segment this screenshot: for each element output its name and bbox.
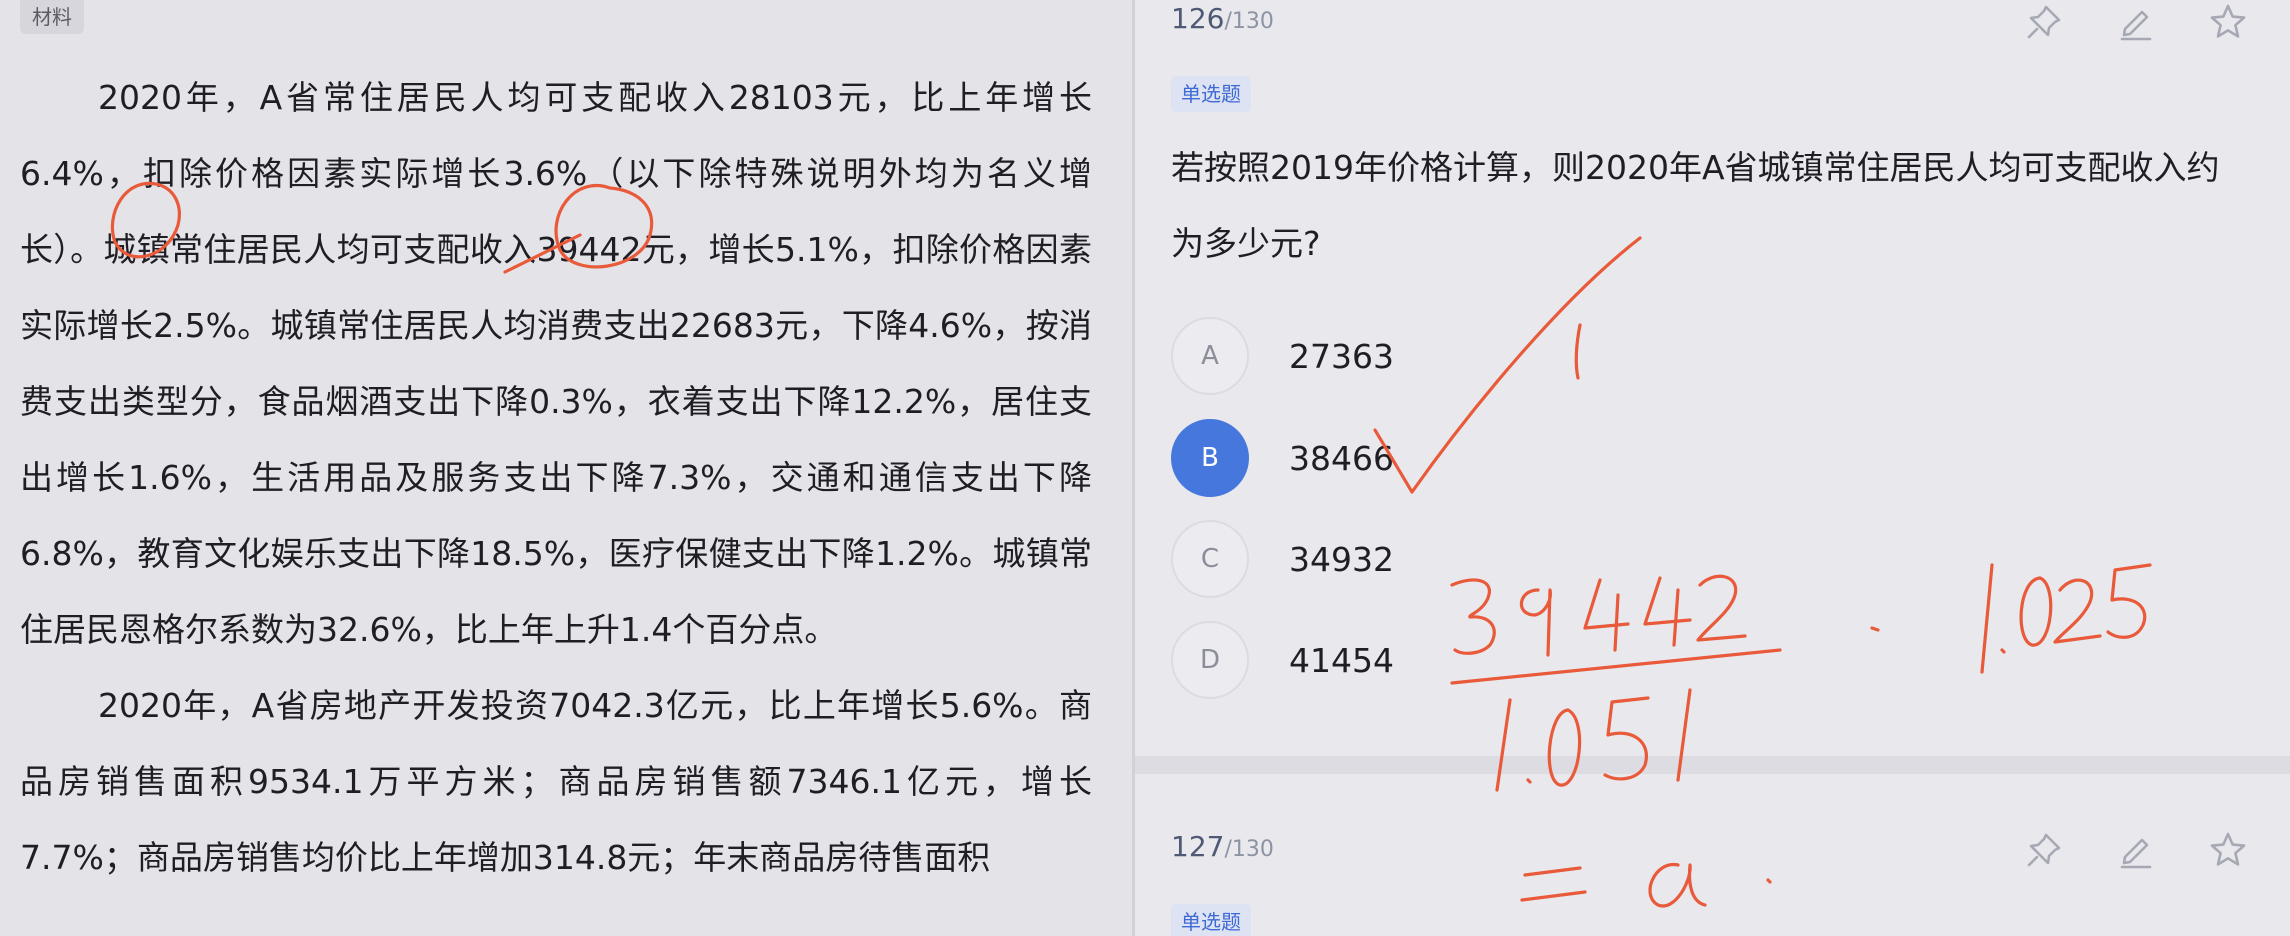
question-type-badge: 单选题 bbox=[1171, 76, 1251, 112]
pin-icon[interactable] bbox=[2022, 828, 2066, 872]
question-number: 127 bbox=[1171, 830, 1225, 863]
option-text: 27363 bbox=[1289, 336, 1394, 376]
edit-icon[interactable] bbox=[2114, 0, 2158, 44]
option-letter: A bbox=[1171, 317, 1249, 395]
option-a[interactable]: A 27363 bbox=[1171, 316, 1394, 396]
question-toolbar bbox=[2022, 0, 2250, 44]
material-tag: 材料 bbox=[20, 0, 84, 34]
star-icon[interactable] bbox=[2206, 0, 2250, 44]
question-total: /130 bbox=[1224, 837, 1274, 862]
question-total: /130 bbox=[1224, 9, 1274, 34]
option-text: 41454 bbox=[1289, 640, 1394, 680]
material-passage: 2020年，A省常住居民人均可支配收入28103元，比上年增长6.4%，扣除价格… bbox=[20, 60, 1092, 896]
question-separator bbox=[1135, 756, 2290, 774]
question-counter: 127/130 bbox=[1171, 830, 1274, 870]
option-letter: B bbox=[1171, 419, 1249, 497]
question-pane[interactable]: 126/130 单选题 若按照2019年价格计算，则2020年A省城镇常住居民人… bbox=[1135, 0, 2290, 936]
question-number: 126 bbox=[1171, 2, 1225, 35]
passage-paragraph-1: 2020年，A省常住居民人均可支配收入28103元，比上年增长6.4%，扣除价格… bbox=[20, 78, 1092, 649]
passage-paragraph-2: 2020年，A省房地产开发投资7042.3亿元，比上年增长5.6%。商品房销售面… bbox=[20, 686, 1092, 877]
question-counter: 126/130 bbox=[1171, 2, 1274, 42]
question-toolbar bbox=[2022, 828, 2250, 872]
star-icon[interactable] bbox=[2206, 828, 2250, 872]
option-text: 34932 bbox=[1289, 539, 1394, 579]
option-d[interactable]: D 41454 bbox=[1171, 620, 1394, 700]
question-stem: 若按照2019年价格计算，则2020年A省城镇常住居民人均可支配收入约为多少元? bbox=[1171, 148, 2220, 263]
option-c[interactable]: C 34932 bbox=[1171, 519, 1394, 599]
material-pane[interactable]: 材料 2020年，A省常住居民人均可支配收入28103元，比上年增长6.4%，扣… bbox=[0, 0, 1132, 936]
pin-icon[interactable] bbox=[2022, 0, 2066, 44]
option-text: 38466 bbox=[1289, 438, 1394, 478]
option-b[interactable]: B 38466 bbox=[1171, 418, 1394, 498]
question-type-badge: 单选题 bbox=[1171, 904, 1251, 936]
option-letter: C bbox=[1171, 520, 1249, 598]
option-letter: D bbox=[1171, 621, 1249, 699]
edit-icon[interactable] bbox=[2114, 828, 2158, 872]
